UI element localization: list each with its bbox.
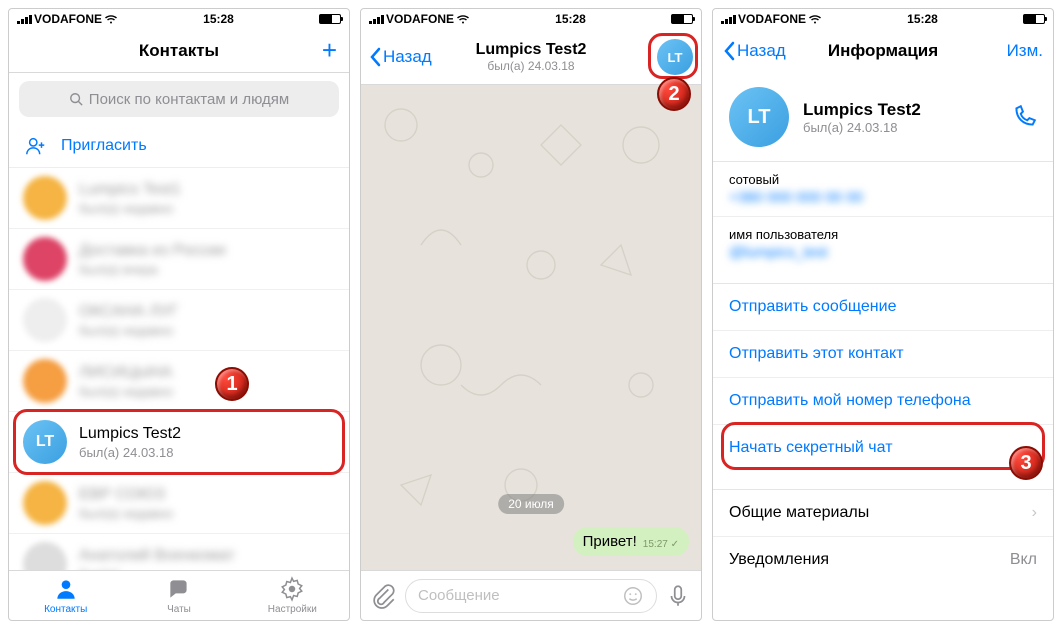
navbar: Назад Информация Изм. <box>713 29 1053 73</box>
profile-name: Lumpics Test2 <box>803 100 921 120</box>
profile-avatar-button[interactable]: LT <box>657 39 693 75</box>
date-separator: 20 июля <box>498 494 564 514</box>
screen-contacts: VODAFONE 15:28 Контакты + Поиск по конта… <box>8 8 350 621</box>
status-bar: VODAFONE 15:28 <box>9 9 349 29</box>
wifi-icon <box>456 14 470 24</box>
navbar: Назад Lumpics Test2 был(а) 24.03.18 LT <box>361 29 701 85</box>
send-message-button[interactable]: Отправить сообщение <box>713 283 1053 330</box>
attach-icon[interactable] <box>371 583 397 609</box>
chevron-right-icon: › <box>1032 504 1037 522</box>
status-bar: VODAFONE 15:28 <box>361 9 701 29</box>
signal-icon <box>369 15 384 24</box>
screen-info: VODAFONE 15:28 Назад Информация Изм. LT … <box>712 8 1054 621</box>
input-bar: Сообщение <box>361 570 701 620</box>
message-input[interactable]: Сообщение <box>405 579 657 613</box>
profile-header: LT Lumpics Test2 был(а) 24.03.18 <box>713 73 1053 161</box>
list-item[interactable]: ЛИСИЦЫНАбыл(а) недавно <box>9 351 349 412</box>
annotation-badge-2: 2 <box>657 77 691 111</box>
share-my-number-button[interactable]: Отправить мой номер телефона <box>713 377 1053 424</box>
page-title: Информация <box>713 41 1053 61</box>
add-user-icon <box>25 135 47 157</box>
list-item[interactable]: ЕВР СОЮЗбыл(а) недавно <box>9 473 349 534</box>
avatar[interactable]: LT <box>729 87 789 147</box>
back-button[interactable]: Назад <box>369 47 432 67</box>
gear-icon <box>279 576 305 602</box>
battery-icon <box>319 14 341 24</box>
list-item[interactable]: ОКСАНА ЛУГбыл(а) недавно <box>9 290 349 351</box>
list-item[interactable]: Анатолий Военкоматбыл(а) <box>9 534 349 570</box>
annotation-badge-1: 1 <box>215 367 249 401</box>
chat-area[interactable]: 20 июля Привет! 15:27 ✓ <box>361 85 701 570</box>
chats-icon <box>166 576 192 602</box>
navbar: Контакты + <box>9 29 349 73</box>
edit-button[interactable]: Изм. <box>1007 41 1043 61</box>
wifi-icon <box>104 14 118 24</box>
search-input[interactable]: Поиск по контактам и людям <box>19 81 339 117</box>
contact-lumpics-test2[interactable]: LT Lumpics Test2был(а) 24.03.18 <box>9 412 349 473</box>
tab-chats[interactable]: Чаты <box>122 571 235 620</box>
username-field[interactable]: имя пользователя @lumpics_test <box>713 216 1053 271</box>
profile-status: был(а) 24.03.18 <box>803 120 921 135</box>
tab-settings[interactable]: Настройки <box>236 571 349 620</box>
avatar: LT <box>23 420 67 464</box>
page-title: Контакты <box>139 41 219 61</box>
list-item[interactable]: Доставка из Россиибыл(а) вчера <box>9 229 349 290</box>
annotation-badge-3: 3 <box>1009 446 1043 480</box>
search-icon <box>69 92 83 106</box>
notifications-row[interactable]: Уведомления Вкл <box>713 536 1053 569</box>
add-contact-button[interactable]: + <box>322 35 337 66</box>
tab-contacts[interactable]: Контакты <box>9 571 122 620</box>
battery-icon <box>1023 14 1045 24</box>
start-secret-chat-button[interactable]: Начать секретный чат <box>713 424 1053 471</box>
phone-field[interactable]: сотовый +380 000 000 00 00 <box>713 162 1053 216</box>
contacts-icon <box>53 576 79 602</box>
status-bar: VODAFONE 15:28 <box>713 9 1053 29</box>
shared-media-button[interactable]: Общие материалы › <box>713 489 1053 536</box>
signal-icon <box>721 15 736 24</box>
sticker-icon[interactable] <box>622 585 644 607</box>
share-contact-button[interactable]: Отправить этот контакт <box>713 330 1053 377</box>
message-outgoing[interactable]: Привет! 15:27 ✓ <box>573 527 689 556</box>
list-item[interactable]: Lumpics Test1был(а) недавно <box>9 168 349 229</box>
battery-icon <box>671 14 693 24</box>
chevron-left-icon <box>369 47 381 67</box>
tab-bar: Контакты Чаты Настройки <box>9 570 349 620</box>
chat-background-pattern <box>361 85 701 565</box>
call-button[interactable] <box>1011 104 1037 130</box>
invite-friends-button[interactable]: Пригласить <box>9 125 349 168</box>
signal-icon <box>17 15 32 24</box>
mic-icon[interactable] <box>665 583 691 609</box>
screen-chat: VODAFONE 15:28 2 Назад Lumpics Test2 был… <box>360 8 702 621</box>
wifi-icon <box>808 14 822 24</box>
contacts-list: Lumpics Test1был(а) недавно Доставка из … <box>9 168 349 570</box>
